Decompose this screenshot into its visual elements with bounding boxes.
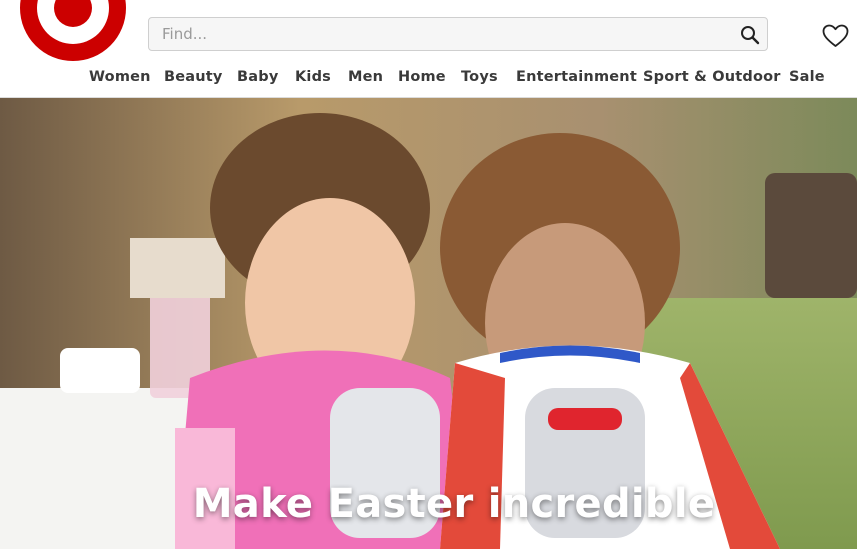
heart-icon[interactable]	[822, 24, 849, 48]
site-header: Women Beauty Baby Kids Men Home Toys Ent…	[0, 0, 857, 98]
main-navigation: Women Beauty Baby Kids Men Home Toys Ent…	[0, 69, 857, 93]
nav-item-beauty[interactable]: Beauty	[164, 69, 223, 85]
nav-item-toys[interactable]: Toys	[461, 69, 498, 85]
hero-banner[interactable]: Make Easter incredible	[0, 98, 857, 549]
nav-item-entertainment[interactable]: Entertainment	[516, 69, 637, 85]
target-logo-icon[interactable]	[12, 0, 134, 68]
nav-item-kids[interactable]: Kids	[295, 69, 331, 85]
nav-item-women[interactable]: Women	[89, 69, 151, 85]
nav-item-baby[interactable]: Baby	[237, 69, 278, 85]
nav-item-sale[interactable]: Sale	[789, 69, 825, 85]
nav-item-home[interactable]: Home	[398, 69, 446, 85]
hero-title[interactable]: Make Easter incredible	[0, 481, 857, 527]
nav-item-sport-outdoor[interactable]: Sport & Outdoor	[643, 69, 781, 85]
search-bar	[148, 17, 768, 51]
search-input[interactable]	[149, 18, 729, 50]
search-icon[interactable]	[739, 24, 761, 46]
nav-item-men[interactable]: Men	[348, 69, 383, 85]
